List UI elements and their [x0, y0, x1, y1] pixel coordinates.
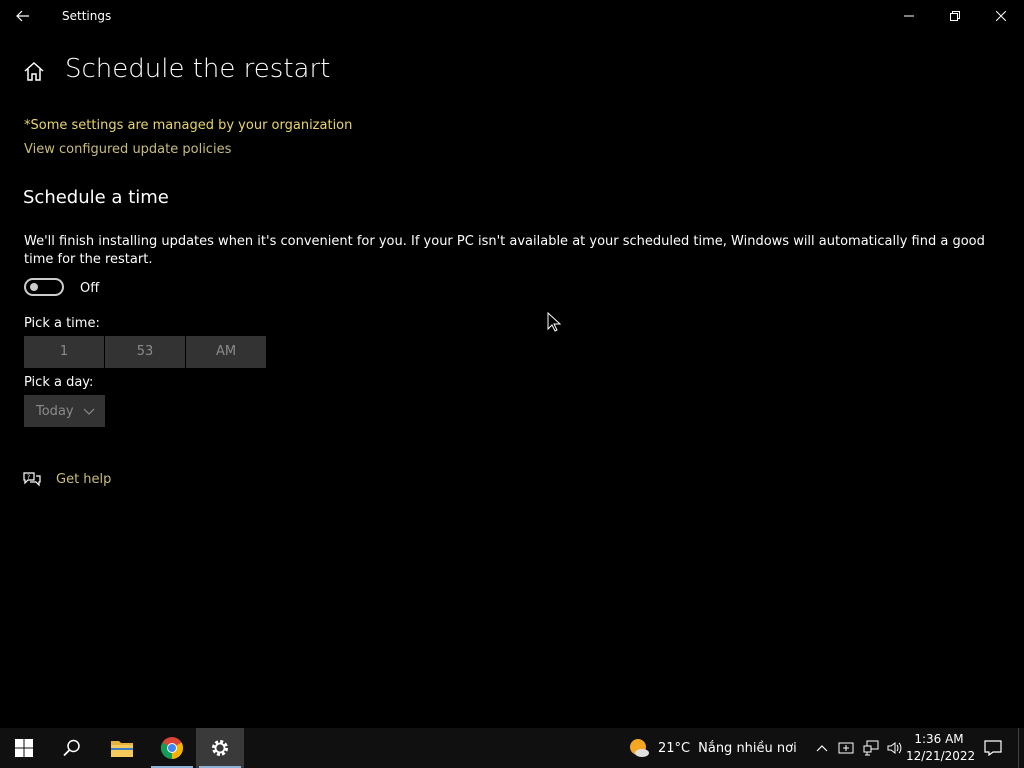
taskbar-clock[interactable]: 1:36 AM 12/21/2022	[906, 731, 976, 765]
section-title: Schedule a time	[23, 187, 169, 208]
show-desktop-button[interactable]	[1018, 728, 1024, 768]
start-button[interactable]	[0, 728, 48, 768]
get-help-link[interactable]: Get help	[56, 472, 111, 487]
pick-time-label: Pick a time:	[24, 316, 100, 331]
weather-widget[interactable]: 21°C Nắng nhiều nơi	[628, 728, 797, 768]
search-icon	[63, 739, 80, 757]
chevron-up-icon	[816, 745, 828, 752]
pick-day-label: Pick a day:	[24, 375, 94, 390]
app-title: Settings	[62, 9, 112, 23]
weather-temperature: 21°C	[658, 740, 691, 756]
toggle-state-label: Off	[80, 281, 100, 296]
restore-icon	[950, 11, 960, 21]
windows-start-icon	[15, 739, 33, 757]
volume-icon	[887, 742, 902, 754]
day-dropdown[interactable]: Today	[24, 395, 105, 427]
view-policies-link[interactable]: View configured update policies	[24, 142, 231, 157]
tray-network[interactable]	[859, 728, 883, 768]
close-icon	[996, 11, 1006, 21]
clock-time: 1:36 AM	[914, 732, 964, 746]
action-center-button[interactable]	[978, 728, 1008, 768]
page-title: Schedule the restart	[65, 54, 331, 84]
tray-volume[interactable]	[883, 728, 907, 768]
schedule-description: We'll finish installing updates when it'…	[24, 234, 985, 267]
taskbar: 21°C Nắng nhiều nơi 1:36 AM 12/21/2022	[0, 728, 1024, 768]
weather-partly-sunny-icon	[630, 739, 649, 757]
security-icon	[838, 742, 854, 754]
hour-field[interactable]: 1	[24, 336, 104, 368]
file-explorer-icon	[111, 741, 133, 757]
clock-date: 12/21/2022	[906, 749, 976, 763]
restore-button[interactable]	[932, 0, 978, 32]
arrow-left-icon	[16, 10, 29, 22]
back-button[interactable]	[0, 0, 46, 32]
title-bar: Settings	[0, 0, 1024, 32]
time-picker[interactable]: 1 53 AM	[24, 336, 266, 368]
taskbar-file-explorer[interactable]	[98, 728, 146, 768]
minute-field[interactable]: 53	[105, 336, 185, 368]
mouse-cursor-icon	[547, 312, 561, 332]
chevron-down-icon	[83, 408, 95, 415]
managed-notice: *Some settings are managed by your organ…	[24, 118, 353, 133]
chrome-icon	[161, 737, 183, 759]
home-button[interactable]	[22, 60, 46, 84]
tray-security[interactable]	[834, 728, 858, 768]
toggle-knob	[30, 283, 38, 291]
network-icon	[863, 740, 879, 756]
period-field[interactable]: AM	[186, 336, 266, 368]
taskbar-chrome[interactable]	[148, 728, 196, 768]
notification-icon	[984, 740, 1002, 756]
minimize-button[interactable]	[886, 0, 932, 32]
weather-condition: Nắng nhiều nơi	[698, 740, 797, 756]
svg-text:?: ?	[27, 474, 30, 481]
close-button[interactable]	[978, 0, 1024, 32]
taskbar-settings[interactable]	[196, 728, 244, 768]
schedule-toggle[interactable]	[24, 278, 64, 296]
show-hidden-icons-button[interactable]	[810, 728, 834, 768]
home-icon	[24, 61, 44, 81]
get-help-icon: ?	[22, 470, 42, 490]
minimize-icon	[904, 15, 914, 17]
day-selected-value: Today	[36, 403, 74, 419]
settings-gear-icon	[212, 740, 228, 756]
taskbar-search-button[interactable]	[48, 728, 96, 768]
